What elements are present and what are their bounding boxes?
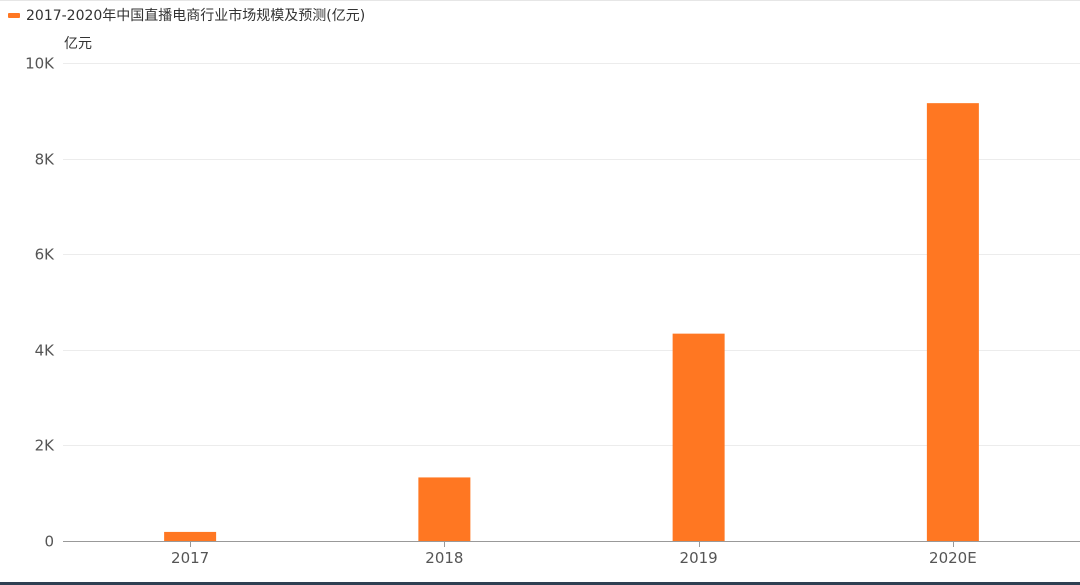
y-tick-label-0: 0	[44, 533, 54, 551]
x-tick-label-0: 2017	[171, 549, 209, 567]
bar-2017[interactable]	[164, 531, 217, 541]
y-tick-label-2: 4K	[35, 342, 56, 360]
x-tick-label-2: 2019	[680, 549, 718, 567]
bars	[164, 103, 979, 541]
y-axis-title: 亿元	[64, 36, 92, 52]
bar-2020E[interactable]	[926, 103, 979, 541]
axes: 0 2K 4K 6K 8K 10K 2017 2018 2019 2020E	[25, 55, 1080, 567]
bar-chart: 0 2K 4K 6K 8K 10K 2017 2018 2019 2020E 亿元	[25, 36, 1080, 567]
y-tick-label-1: 2K	[35, 437, 56, 455]
y-tick-label-3: 6K	[35, 246, 56, 264]
bar-2018[interactable]	[418, 477, 471, 541]
x-tick-label-1: 2018	[425, 549, 463, 567]
y-tick-label-4: 8K	[35, 151, 56, 169]
y-tick-label-5: 10K	[25, 55, 55, 73]
bar-2019[interactable]	[672, 333, 725, 541]
x-tick-label-3: 2020E	[929, 549, 977, 567]
